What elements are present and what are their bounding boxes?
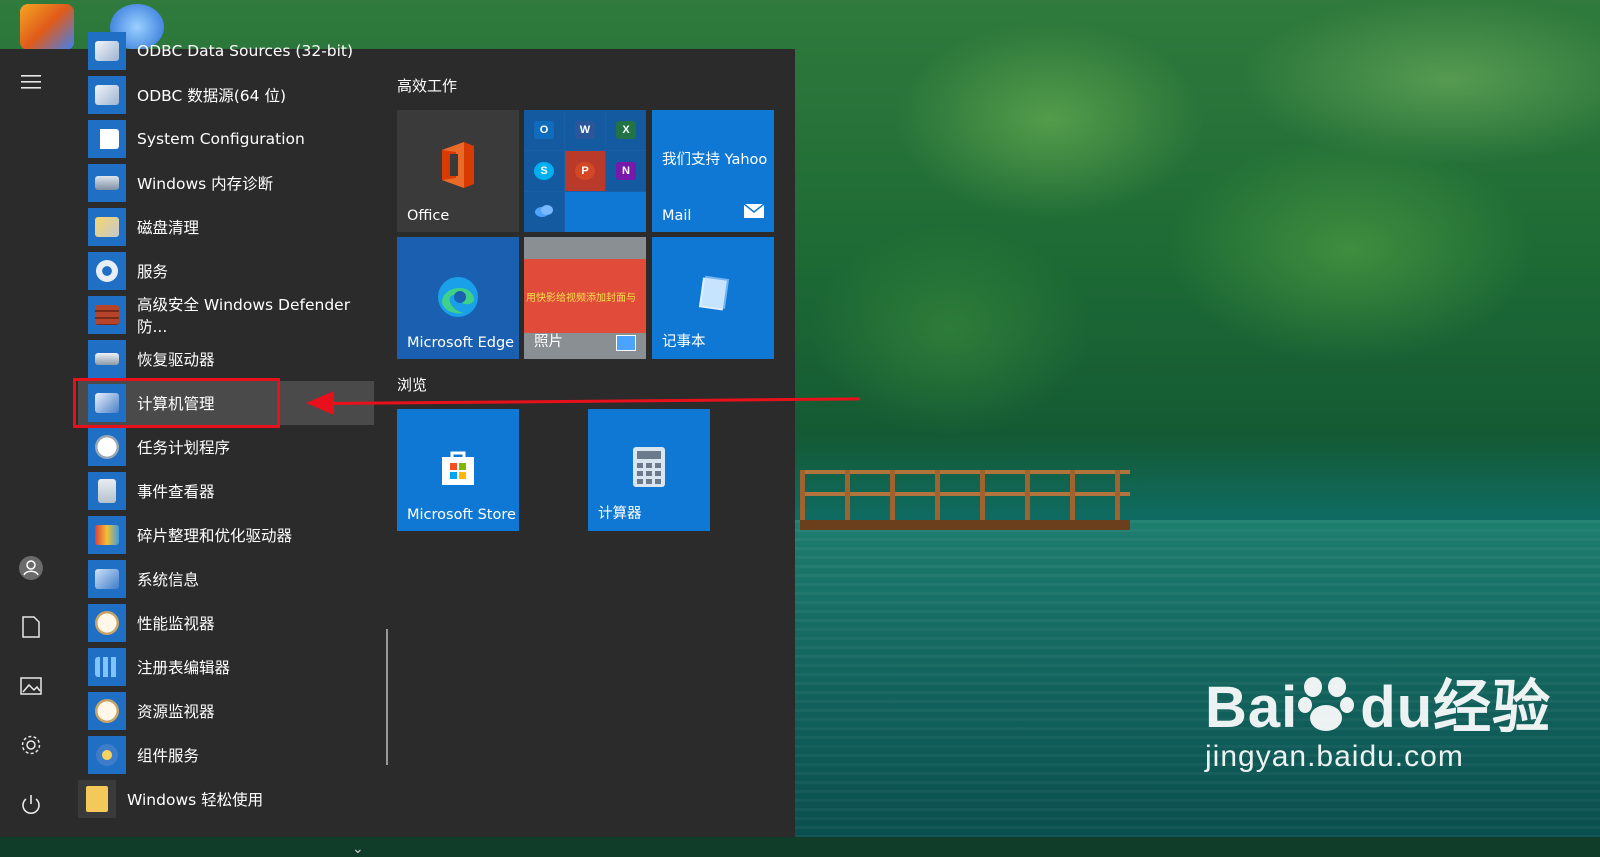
group-title-browse: 浏览 bbox=[397, 376, 428, 394]
baidu-watermark: Bai du经验 jingyan.baidu.com bbox=[1205, 660, 1551, 774]
pictures-icon[interactable] bbox=[14, 669, 48, 703]
word-icon[interactable]: W bbox=[565, 110, 605, 150]
watermark-brand-a: Bai bbox=[1205, 675, 1299, 740]
app-recovery-drive[interactable]: 恢复驱动器 bbox=[88, 337, 374, 381]
app-odbc-32[interactable]: ODBC Data Sources (32-bit) bbox=[88, 29, 374, 73]
app-system-configuration[interactable]: System Configuration bbox=[88, 117, 374, 161]
app-memory-diagnostic[interactable]: Windows 内存诊断 bbox=[88, 161, 374, 205]
app-component-services[interactable]: 组件服务 bbox=[88, 733, 374, 777]
registry-icon bbox=[88, 648, 126, 686]
gauge-icon bbox=[88, 604, 126, 642]
office-icon bbox=[397, 140, 519, 190]
drive-icon bbox=[88, 340, 126, 378]
app-task-scheduler[interactable]: 任务计划程序 bbox=[88, 425, 374, 469]
tile-photos[interactable]: 用快影给视频添加封面与 照片 bbox=[524, 237, 646, 359]
disk-cleanup-icon bbox=[88, 208, 126, 246]
app-performance-monitor[interactable]: 性能监视器 bbox=[88, 601, 374, 645]
app-odbc-64[interactable]: ODBC 数据源(64 位) bbox=[88, 73, 374, 117]
wooden-dock bbox=[800, 470, 1130, 530]
chevron-down-icon[interactable]: ⌄ bbox=[352, 841, 364, 857]
skype-icon[interactable]: S bbox=[524, 151, 564, 191]
system-info-icon bbox=[88, 560, 126, 598]
tile-notepad[interactable]: 记事本 bbox=[652, 237, 774, 359]
watermark-brand-b: du bbox=[1360, 675, 1434, 740]
gauge-icon bbox=[88, 692, 126, 730]
tile-microsoft-edge[interactable]: Microsoft Edge bbox=[397, 237, 519, 359]
tile-office-apps-folder[interactable]: O W X S P N bbox=[524, 110, 646, 232]
mail-envelope-icon bbox=[743, 203, 765, 222]
start-menu: ODBC Data Sources (32-bit) ODBC 数据源(64 位… bbox=[0, 32, 795, 857]
firewall-icon bbox=[88, 296, 126, 334]
app-defragment[interactable]: 碎片整理和优化驱动器 bbox=[88, 513, 374, 557]
onedrive-icon[interactable] bbox=[524, 192, 564, 232]
tile-office[interactable]: Office bbox=[397, 110, 519, 232]
defrag-icon bbox=[88, 516, 126, 554]
photos-banner-text: 用快影给视频添加封面与 bbox=[526, 293, 636, 304]
app-system-information[interactable]: 系统信息 bbox=[88, 557, 374, 601]
desktop-shortcut-icon[interactable] bbox=[20, 4, 74, 50]
user-avatar-icon[interactable] bbox=[14, 551, 48, 585]
event-viewer-icon bbox=[88, 472, 126, 510]
baidu-paw-icon bbox=[1298, 677, 1360, 733]
odbc-icon bbox=[88, 32, 126, 70]
memory-chip-icon bbox=[88, 164, 126, 202]
folder-windows-ease-of-access[interactable]: Windows 轻松使用 bbox=[78, 777, 378, 821]
clock-icon bbox=[88, 428, 126, 466]
onenote-icon[interactable]: N bbox=[606, 151, 646, 191]
system-configuration-icon bbox=[88, 120, 126, 158]
photos-icon bbox=[616, 335, 636, 351]
annotation-highlight-box bbox=[73, 378, 280, 428]
tile-calculator[interactable]: 计算器 bbox=[588, 409, 710, 531]
store-bag-icon bbox=[397, 447, 519, 487]
app-resource-monitor[interactable]: 资源监视器 bbox=[88, 689, 374, 733]
tile-microsoft-store[interactable]: Microsoft Store bbox=[397, 409, 519, 531]
excel-icon[interactable]: X bbox=[606, 110, 646, 150]
notepad-icon bbox=[652, 273, 774, 313]
mail-yahoo-text: 我们支持 Yahoo bbox=[662, 152, 768, 168]
annotation-arrow-head bbox=[306, 391, 334, 415]
outlook-icon[interactable]: O bbox=[524, 110, 564, 150]
odbc-icon bbox=[88, 76, 126, 114]
app-event-viewer[interactable]: 事件查看器 bbox=[88, 469, 374, 513]
watermark-url: jingyan.baidu.com bbox=[1205, 740, 1464, 773]
powerpoint-icon[interactable]: P bbox=[565, 151, 605, 191]
tile-mail[interactable]: 我们支持 Yahoo Mail bbox=[652, 110, 774, 232]
calculator-icon bbox=[588, 445, 710, 489]
component-services-icon bbox=[88, 736, 126, 774]
documents-icon[interactable] bbox=[14, 610, 48, 644]
watermark-brand-cn: 经验 bbox=[1433, 675, 1552, 740]
app-disk-cleanup[interactable]: 磁盘清理 bbox=[88, 205, 374, 249]
app-services[interactable]: 服务 bbox=[88, 249, 374, 293]
app-windows-defender-firewall[interactable]: 高级安全 Windows Defender 防... bbox=[88, 293, 374, 337]
gears-icon bbox=[88, 252, 126, 290]
folder-icon bbox=[78, 780, 116, 818]
scrollbar[interactable] bbox=[386, 629, 388, 765]
hamburger-menu-icon[interactable] bbox=[14, 65, 48, 99]
power-icon[interactable] bbox=[14, 787, 48, 821]
edge-icon bbox=[397, 275, 519, 319]
app-registry-editor[interactable]: 注册表编辑器 bbox=[88, 645, 374, 689]
start-left-rail bbox=[0, 49, 62, 837]
settings-gear-icon[interactable] bbox=[14, 728, 48, 762]
group-title-productivity: 高效工作 bbox=[397, 77, 458, 95]
